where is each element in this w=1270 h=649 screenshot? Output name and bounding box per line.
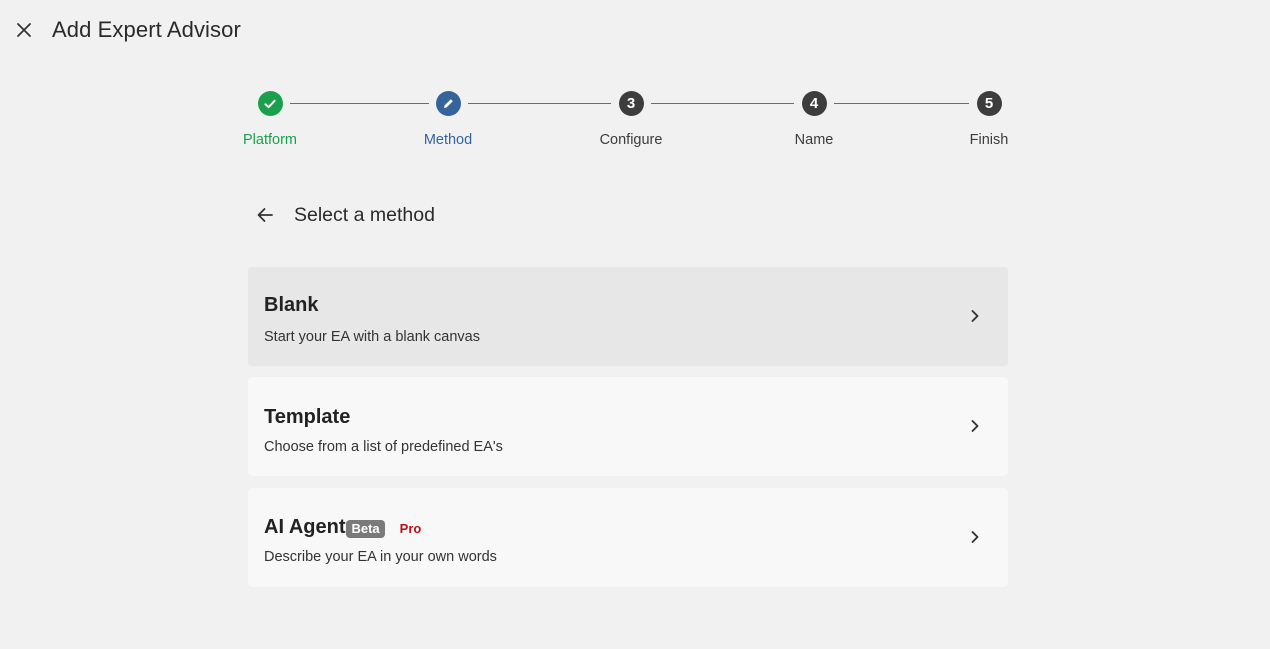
card-title-text: AI Agent: [264, 516, 346, 538]
step-label: Method: [423, 132, 473, 148]
step-number: 4: [801, 91, 827, 116]
card-title: AI Agent Beta Pro: [264, 514, 421, 540]
step-label: Platform: [243, 132, 297, 148]
card-description: Start your EA with a blank canvas: [264, 329, 480, 345]
step-circle: [435, 91, 461, 116]
check-icon: [264, 99, 276, 108]
dialog-header: Add Expert Advisor: [0, 0, 1270, 60]
card-title-text: Template: [264, 406, 351, 428]
card-title-text: Blank: [264, 294, 319, 316]
step-number: 3: [618, 91, 644, 116]
section-title: Select a method: [294, 203, 435, 226]
card-title: Template: [264, 406, 350, 428]
step-platform[interactable]: Platform: [210, 88, 330, 148]
step-configure[interactable]: 3 Configure: [571, 88, 691, 148]
chevron-right-icon: [968, 528, 982, 546]
step-circle: [257, 91, 283, 116]
dialog-title: Add Expert Advisor: [52, 17, 241, 42]
step-finish[interactable]: 5 Finish: [929, 88, 1049, 148]
method-card-ai-agent[interactable]: AI Agent Beta Pro Describe your EA in yo…: [248, 488, 1008, 587]
pencil-icon: [443, 99, 453, 108]
step-label: Configure: [599, 132, 663, 148]
progress-stepper: Platform Method 3 Configure 4 Name 5 Fin…: [0, 88, 1270, 158]
beta-badge: Beta: [346, 520, 385, 538]
pro-tag: Pro: [399, 521, 422, 536]
method-card-template[interactable]: Template Choose from a list of predefine…: [248, 377, 1008, 476]
step-name[interactable]: 4 Name: [754, 88, 874, 148]
card-description: Choose from a list of predefined EA's: [264, 439, 503, 455]
step-number: 5: [976, 91, 1002, 116]
chevron-right-icon: [968, 307, 982, 325]
step-method[interactable]: Method: [388, 88, 508, 148]
method-card-blank[interactable]: Blank Start your EA with a blank canvas: [248, 267, 1008, 366]
step-label: Name: [794, 132, 834, 148]
close-button[interactable]: [12, 18, 36, 42]
card-title: Blank: [264, 294, 318, 316]
close-icon: [17, 23, 31, 37]
step-label: Finish: [969, 132, 1009, 148]
card-description: Describe your EA in your own words: [264, 549, 497, 565]
arrow-left-icon: [257, 208, 273, 222]
section-header: Select a method: [248, 200, 435, 230]
chevron-right-icon: [968, 417, 982, 435]
back-button[interactable]: [248, 200, 282, 230]
